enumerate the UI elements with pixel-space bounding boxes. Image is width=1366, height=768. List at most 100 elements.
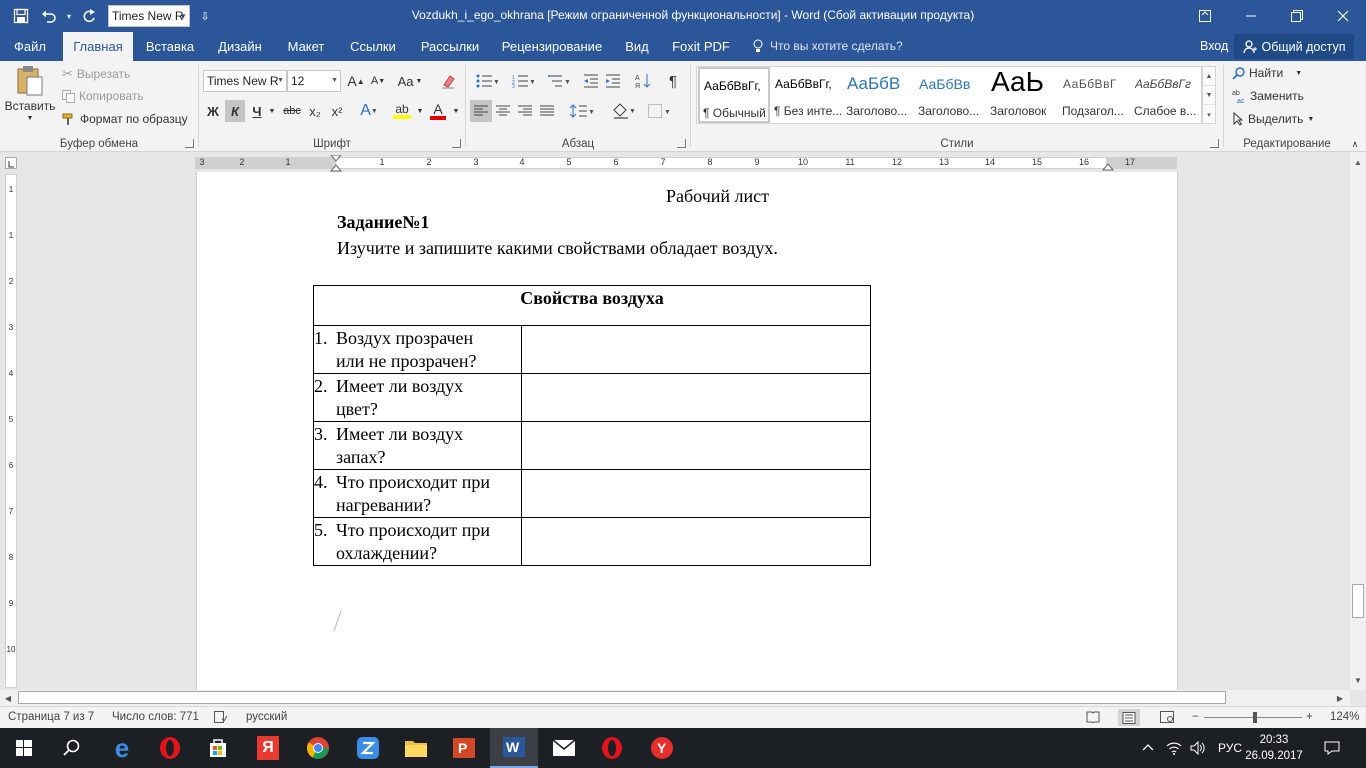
question-cell[interactable]: 3. Имеет ли воздух запах?	[313, 421, 522, 470]
replace-button[interactable]: ab ac Заменить	[1232, 89, 1304, 103]
tab-design[interactable]: Дизайн	[207, 32, 273, 61]
tab-view[interactable]: Вид	[616, 32, 658, 61]
vertical-scroll-thumb[interactable]	[1352, 584, 1364, 618]
line-spacing-button[interactable]: ▼	[566, 100, 598, 122]
vertical-scrollbar[interactable]: ▲ ▼	[1350, 152, 1366, 690]
answer-cell[interactable]	[520, 325, 872, 374]
show-formatting-marks-button[interactable]: ¶	[662, 70, 684, 92]
font-color-button[interactable]: A	[425, 100, 451, 122]
format-painter-button[interactable]: Формат по образцу	[62, 112, 188, 126]
tab-review[interactable]: Рецензирование	[494, 32, 610, 61]
zoom-out-button[interactable]: −	[1192, 711, 1199, 723]
subscript-button[interactable]: x₂	[305, 100, 325, 122]
increase-indent-button[interactable]	[602, 70, 624, 92]
horizontal-ruler[interactable]: 3 2 1 1 2 3 4 5 6 7 8 9 10 11 12 13 14 1…	[195, 155, 1177, 172]
align-right-button[interactable]	[514, 100, 536, 122]
underline-button[interactable]: Ч	[247, 100, 267, 122]
bullets-button[interactable]: ▼	[470, 70, 504, 92]
scroll-down-icon[interactable]: ▼	[1350, 672, 1366, 688]
font-size-box[interactable]: 12 ▼	[287, 70, 341, 92]
zoom-level[interactable]: 124%	[1330, 711, 1359, 723]
indent-marker-icon[interactable]	[330, 155, 342, 173]
question-cell[interactable]: 5. Что происходит при охлаждении?	[313, 517, 522, 566]
numbering-button[interactable]: 1 2 3 ▼	[506, 70, 540, 92]
shrink-font-button[interactable]: A ▼	[367, 70, 389, 92]
strikethrough-button[interactable]: abc	[281, 100, 303, 122]
font-family-box[interactable]: Times New R ▼	[203, 70, 287, 92]
clock[interactable]: 20:33 26.09.2017	[1244, 732, 1304, 764]
paste-button[interactable]: Вставить ▼	[4, 65, 56, 129]
zoom-app-icon[interactable]	[344, 728, 392, 768]
clipboard-launcher-icon[interactable]	[185, 139, 194, 148]
page-count[interactable]: Страница 7 из 7	[8, 711, 94, 723]
styles-launcher-icon[interactable]	[1210, 139, 1219, 148]
scroll-up-icon[interactable]: ▲	[1350, 154, 1366, 170]
chevron-down-icon[interactable]: ▼	[267, 100, 277, 122]
align-left-button[interactable]	[470, 100, 492, 122]
answer-cell[interactable]	[520, 421, 872, 470]
question-cell[interactable]: 1. Воздух прозрачен или не прозрачен?	[313, 325, 522, 374]
scroll-right-icon[interactable]: ▶	[1332, 690, 1348, 706]
tell-me-box[interactable]: Что вы хотите сделать?	[752, 39, 903, 53]
find-button[interactable]: Найти ▼	[1232, 66, 1302, 80]
bold-button[interactable]: Ж	[203, 100, 223, 122]
web-layout-icon[interactable]	[1160, 711, 1174, 726]
zoom-in-button[interactable]: +	[1306, 711, 1313, 723]
align-center-button[interactable]	[492, 100, 514, 122]
question-cell[interactable]: 4. Что происходит при нагревании?	[313, 469, 522, 518]
notifications-icon[interactable]	[1324, 728, 1340, 768]
edge-icon[interactable]: e	[98, 728, 146, 768]
chevron-down-icon[interactable]: ▼	[451, 100, 461, 122]
word-taskbar-icon[interactable]: W	[490, 728, 538, 768]
opera-icon-2[interactable]	[588, 728, 636, 768]
change-case-button[interactable]: Aa ▼	[395, 70, 425, 92]
tab-home[interactable]: Главная	[63, 32, 133, 61]
close-icon[interactable]	[1320, 0, 1366, 32]
document-page[interactable]: Рабочий лист Задание№1 Изучите и запишит…	[196, 172, 1178, 690]
volume-icon[interactable]	[1190, 728, 1206, 768]
show-hidden-icons[interactable]	[1142, 728, 1154, 768]
search-button[interactable]	[48, 728, 96, 768]
tab-file[interactable]: Файл	[0, 32, 60, 61]
borders-button[interactable]: ▼	[644, 100, 676, 122]
superscript-button[interactable]: x²	[327, 100, 347, 122]
highlight-button[interactable]: ab	[389, 100, 415, 122]
word-count[interactable]: Число слов: 771	[112, 711, 199, 723]
answer-cell[interactable]	[520, 373, 872, 422]
powerpoint-icon[interactable]: P	[440, 728, 488, 768]
tab-mailings[interactable]: Рассылки	[412, 32, 488, 61]
select-button[interactable]: Выделить ▼	[1232, 112, 1314, 126]
shading-button[interactable]: ▼	[608, 100, 640, 122]
sign-in-link[interactable]: Вход	[1200, 39, 1228, 53]
proofing-icon[interactable]	[214, 711, 228, 726]
store-icon[interactable]	[194, 728, 242, 768]
minimize-icon[interactable]	[1228, 0, 1274, 32]
answer-cell[interactable]	[520, 469, 872, 518]
tab-selector[interactable]	[5, 157, 17, 169]
copy-button[interactable]: Копировать	[62, 89, 144, 103]
tab-references[interactable]: Ссылки	[340, 32, 406, 61]
font-launcher-icon[interactable]	[452, 139, 461, 148]
read-mode-icon[interactable]	[1086, 711, 1100, 726]
text-effects-button[interactable]: A ▼	[357, 100, 381, 122]
wifi-icon[interactable]	[1166, 728, 1182, 768]
tab-foxit-pdf[interactable]: Foxit PDF	[666, 32, 736, 61]
cut-button[interactable]: ✂ Вырезать	[62, 66, 130, 82]
clear-formatting-button[interactable]	[437, 70, 459, 92]
grow-font-button[interactable]: A ▲	[345, 70, 367, 92]
tab-layout[interactable]: Макет	[277, 32, 335, 61]
zoom-slider-thumb[interactable]	[1253, 712, 1257, 723]
italic-button[interactable]: К	[225, 100, 245, 122]
right-indent-marker-icon[interactable]	[1102, 161, 1114, 171]
yandex-browser-icon[interactable]: Я	[244, 728, 292, 768]
language-status[interactable]: русский	[246, 711, 287, 723]
chrome-icon[interactable]	[294, 728, 342, 768]
question-cell[interactable]: 2. Имеет ли воздух цвет?	[313, 373, 522, 422]
tab-insert[interactable]: Вставка	[137, 32, 203, 61]
scroll-left-icon[interactable]: ◀	[0, 690, 16, 706]
print-layout-icon[interactable]	[1118, 709, 1140, 726]
file-explorer-icon[interactable]	[392, 728, 440, 768]
input-language[interactable]: РУС	[1218, 728, 1242, 768]
decrease-indent-button[interactable]	[580, 70, 602, 92]
horizontal-scrollbar[interactable]: ◀ ▶	[0, 690, 1350, 706]
